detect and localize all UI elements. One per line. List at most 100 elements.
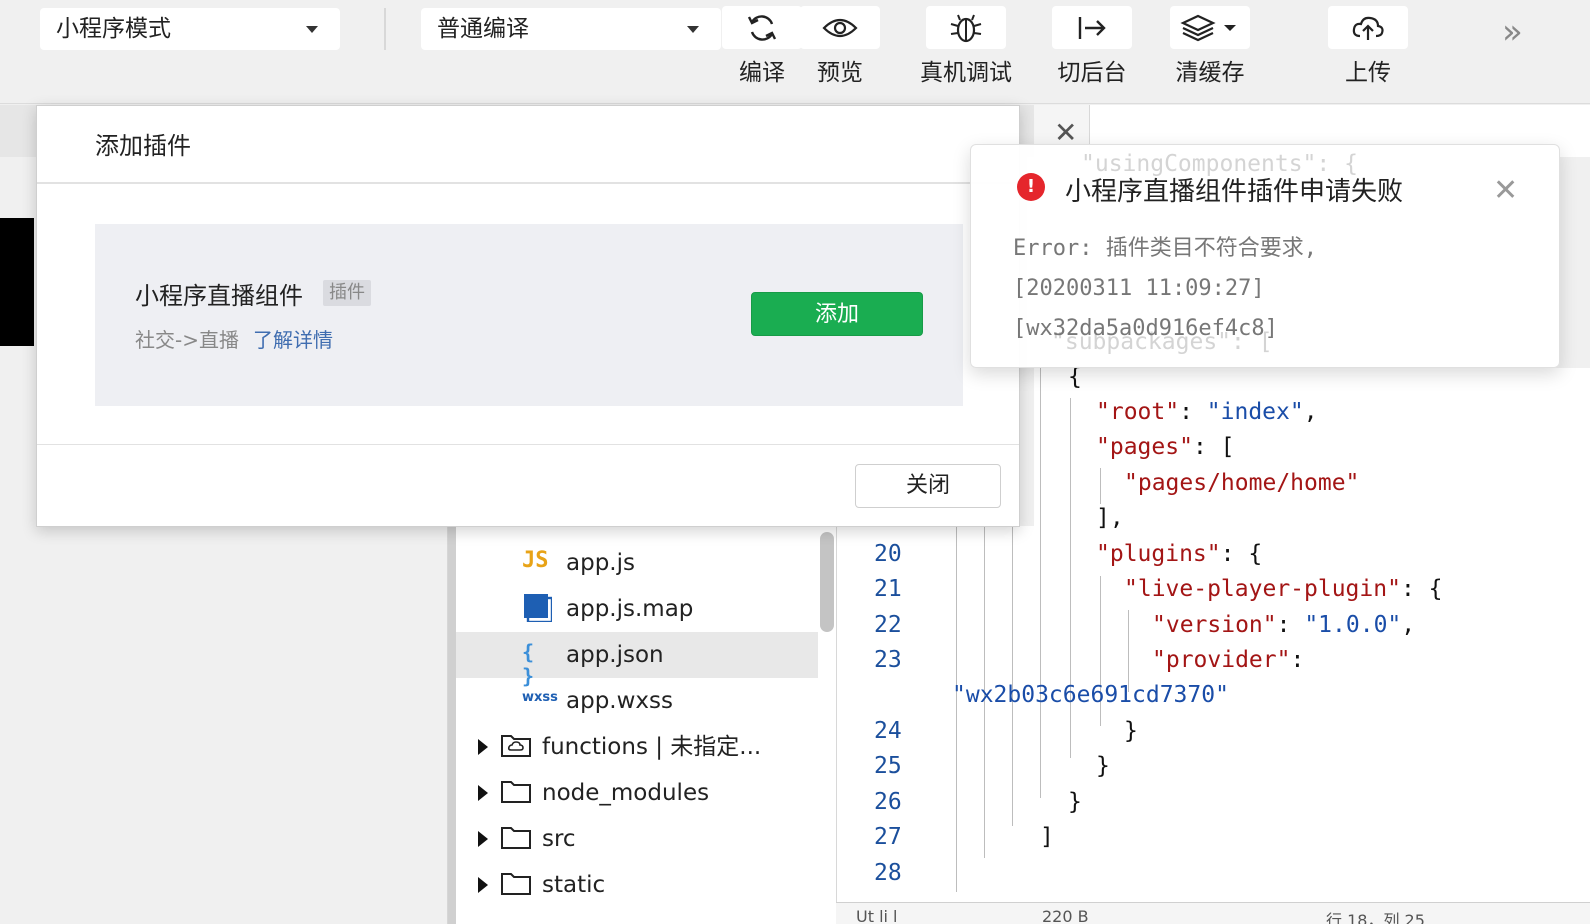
- folder-row[interactable]: node_modules: [456, 770, 818, 816]
- caret-right-icon[interactable]: [478, 739, 488, 755]
- line-number: 27: [874, 824, 902, 850]
- close-icon[interactable]: ✕: [1493, 173, 1518, 208]
- json-key: "version": [1152, 612, 1277, 638]
- close-dialog-button[interactable]: 关闭: [855, 464, 1001, 508]
- compile-label: 编译: [739, 60, 785, 86]
- plugin-category: 社交->直播: [135, 328, 239, 352]
- list-item[interactable]: app.js.map: [456, 586, 818, 632]
- code-line: "root": "index",: [1096, 399, 1318, 425]
- divider: [37, 182, 1019, 184]
- json-key: "pages": [1096, 434, 1193, 460]
- folder-name: node_modules: [542, 780, 710, 806]
- compile-select[interactable]: 普通编译: [421, 8, 721, 50]
- plugin-tag-badge: 插件: [323, 280, 371, 306]
- line-number: 20: [874, 541, 902, 567]
- json-key: "provider": [1152, 647, 1291, 673]
- mode-select[interactable]: 小程序模式: [40, 8, 340, 50]
- compile-select-value: 普通编译: [437, 16, 529, 42]
- plugin-details-link[interactable]: 了解详情: [253, 324, 333, 353]
- caret-right-icon[interactable]: [478, 785, 488, 801]
- folder-name: src: [542, 826, 576, 852]
- compile-button[interactable]: [722, 6, 802, 49]
- map-file-icon: [524, 594, 556, 624]
- line-number: 22: [874, 612, 902, 638]
- toolbar: 小程序模式 普通编译 编译 预览 真机调试 切后台 清缓存 上传 »: [0, 0, 1590, 104]
- simulator-pane: [272, 526, 448, 924]
- chevron-down-icon: [687, 26, 699, 33]
- switch-back-icon: [1078, 16, 1106, 39]
- clear-cache-button[interactable]: [1170, 6, 1250, 49]
- folder-icon: [500, 778, 532, 808]
- preview-label: 预览: [817, 60, 863, 86]
- folder-row[interactable]: static: [456, 862, 818, 908]
- json-file-icon: { }: [522, 640, 535, 688]
- line-number: 25: [874, 753, 902, 779]
- add-plugin-button[interactable]: 添加: [751, 292, 923, 336]
- folder-name: functions | 未指定...: [542, 734, 762, 760]
- json-key: "live-player-plugin": [1124, 576, 1401, 602]
- message-line: Error: 插件类目不符合要求,: [1013, 236, 1317, 261]
- code-line: "provider":: [1152, 647, 1305, 673]
- pane-splitter[interactable]: [448, 526, 456, 924]
- code-token: }: [1096, 753, 1110, 779]
- message-line: [20200311 11:09:27]: [1013, 276, 1265, 301]
- folder-row[interactable]: src: [456, 816, 818, 862]
- code-line: "plugins": {: [1096, 537, 1262, 571]
- toolbar-divider: [384, 8, 386, 50]
- json-string: "index": [1206, 399, 1304, 425]
- code-token: ],: [1096, 505, 1124, 531]
- list-item[interactable]: JS app.js: [456, 540, 818, 586]
- plugin-card: 小程序直播组件 插件 社交->直播 了解详情 添加: [95, 224, 963, 406]
- cloud-folder-icon: [500, 732, 532, 762]
- json-string: "pages/home/home": [1124, 470, 1360, 496]
- plugin-name: 小程序直播组件: [135, 282, 303, 310]
- dialog-title: 添加插件: [95, 132, 191, 160]
- folder-row[interactable]: functions | 未指定...: [456, 724, 818, 770]
- line-number: 28: [874, 860, 902, 886]
- error-icon: !: [1017, 173, 1045, 201]
- indent-guide: [1100, 468, 1101, 504]
- upload-button[interactable]: [1328, 6, 1408, 49]
- caret-right-icon[interactable]: [478, 831, 488, 847]
- file-name: app.js.map: [566, 596, 694, 622]
- preview-button[interactable]: [800, 6, 880, 49]
- simulator-edge: [0, 218, 34, 346]
- bug-icon: [950, 14, 982, 42]
- code-token: }: [1124, 718, 1138, 744]
- code-line: "version": "1.0.0",: [1152, 612, 1416, 638]
- list-item[interactable]: wxss app.wxss: [456, 678, 818, 724]
- caret-right-icon[interactable]: [478, 877, 488, 893]
- status-file-size: 220 B: [1042, 907, 1089, 924]
- refresh-icon: [747, 14, 777, 41]
- wxss-file-icon: wxss: [522, 690, 558, 705]
- code-token: : {: [1220, 541, 1263, 567]
- add-plugin-dialog: 添加插件 小程序直播组件 插件 社交->直播 了解详情 添加 关闭: [36, 105, 1020, 527]
- js-file-icon: JS: [522, 548, 549, 573]
- file-tree-scrollbar[interactable]: [820, 532, 834, 632]
- json-string: "wx2b03c6e691cd7370": [952, 682, 1229, 708]
- code-token: : [: [1192, 434, 1235, 460]
- device-debug-label: 真机调试: [920, 60, 1012, 86]
- upload-label: 上传: [1345, 60, 1391, 86]
- message-line: [wx32da5a0d916ef4c8]: [1013, 316, 1278, 341]
- switch-background-button[interactable]: [1052, 6, 1132, 49]
- file-name: app.wxss: [566, 688, 673, 714]
- device-debug-button[interactable]: [926, 6, 1006, 49]
- indent-guide: [1040, 368, 1041, 798]
- code-token: }: [1068, 789, 1082, 815]
- file-name: app.js: [566, 550, 635, 576]
- code-line: "pages/home/home": [1124, 466, 1359, 500]
- status-cursor: 行 18，列 25: [1326, 911, 1425, 924]
- more-chevron-icon[interactable]: »: [1502, 12, 1523, 52]
- notification-message: Error: 插件类目不符合要求, [20200311 11:09:27] [wx3…: [1013, 229, 1317, 349]
- notification-title: 小程序直播组件插件申请失败: [1065, 177, 1404, 207]
- json-string: "1.0.0": [1304, 612, 1402, 638]
- folder-icon: [500, 870, 532, 900]
- chevron-down-icon: [306, 26, 318, 33]
- file-tree: JS app.js app.js.map { } app.json wxss a…: [456, 526, 836, 924]
- clear-cache-label: 清缓存: [1175, 60, 1245, 86]
- switch-background-label: 切后台: [1057, 60, 1127, 86]
- line-number: 21: [874, 576, 902, 602]
- list-item[interactable]: { } app.json: [456, 632, 818, 688]
- layers-icon: [1180, 14, 1236, 41]
